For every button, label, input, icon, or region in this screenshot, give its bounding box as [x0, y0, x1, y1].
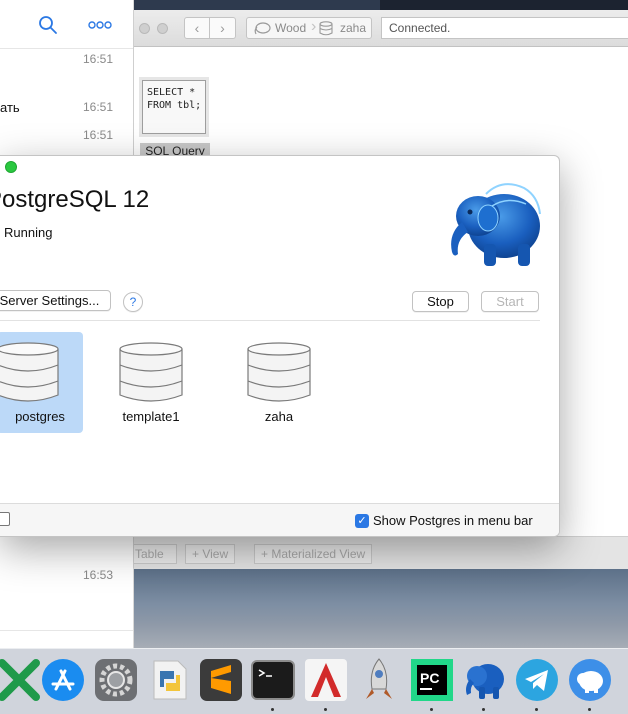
- list-item[interactable]: ать 16:51: [0, 100, 133, 120]
- header-divider: [0, 48, 133, 49]
- start-button[interactable]: Start: [481, 291, 539, 312]
- checkmark-icon: ✓: [357, 515, 367, 527]
- database-name: zaha: [264, 409, 294, 424]
- system-preferences-icon[interactable]: [93, 657, 139, 703]
- chevron-left-icon: ‹: [194, 20, 200, 36]
- add-materialized-view-button[interactable]: + Materialized View: [254, 544, 373, 564]
- elephant-icon: [254, 22, 271, 35]
- more-icon[interactable]: [88, 20, 112, 30]
- pycharm-icon[interactable]: PC: [409, 657, 455, 703]
- tableplus-icon[interactable]: [567, 657, 613, 703]
- database-icon: [119, 342, 183, 402]
- footer-checkbox[interactable]: [0, 512, 10, 526]
- breadcrumb-separator: ›: [311, 18, 317, 35]
- database-item-zaha[interactable]: zaha: [236, 332, 322, 433]
- window-footer: ✓ Show Postgres in menu bar: [0, 503, 559, 536]
- app-store-icon[interactable]: [40, 657, 86, 703]
- show-in-menu-bar-checkbox[interactable]: ✓: [355, 514, 369, 528]
- running-indicator: [324, 708, 327, 711]
- database-icon: [247, 342, 311, 402]
- window-close-button[interactable]: [139, 23, 150, 34]
- telegram-icon[interactable]: [514, 657, 560, 703]
- breadcrumb[interactable]: Wood › zaha: [246, 17, 372, 39]
- sql-query-tile[interactable]: SELECT * FROM tbl;: [142, 80, 206, 134]
- forward-button[interactable]: ›: [210, 17, 236, 39]
- desktop-background: [133, 568, 628, 648]
- server-status: Running: [4, 225, 53, 240]
- table-button[interactable]: Table: [134, 544, 177, 564]
- back-button[interactable]: ‹: [184, 17, 210, 39]
- add-view-button[interactable]: + View: [185, 544, 236, 564]
- search-icon[interactable]: [38, 15, 58, 35]
- message-time: 16:51: [82, 52, 113, 66]
- postgres-elephant-logo: [451, 183, 541, 266]
- postgres-app-window: PostgreSQL 12 Running Server Settings...…: [0, 155, 560, 537]
- message-time: 16:51: [82, 128, 113, 142]
- database-item-template1[interactable]: template1: [108, 332, 194, 433]
- message-time: 16:53: [82, 568, 113, 582]
- database-name: template1: [122, 409, 180, 424]
- window-minimize-button[interactable]: [157, 23, 168, 34]
- server-title: PostgreSQL 12: [0, 186, 150, 213]
- running-indicator: [482, 708, 485, 711]
- breadcrumb-database[interactable]: zaha: [340, 21, 366, 35]
- breadcrumb-server[interactable]: Wood: [275, 21, 306, 35]
- python-launcher-icon[interactable]: [146, 657, 192, 703]
- dock: PC: [0, 648, 628, 714]
- divider: [0, 320, 540, 321]
- window-zoom-button[interactable]: [5, 161, 17, 173]
- svg-text:PC: PC: [420, 670, 439, 686]
- stop-button[interactable]: Stop: [412, 291, 469, 312]
- postico-toolbar: ‹ › Wood › zaha Connected.: [134, 10, 628, 47]
- running-indicator: [588, 708, 591, 711]
- postico-bottom-bar: Table + View + Materialized View: [134, 536, 628, 569]
- list-item[interactable]: 16:51: [0, 52, 133, 72]
- rocket-icon[interactable]: [356, 657, 402, 703]
- show-in-menu-bar-label: Show Postgres in menu bar: [373, 513, 533, 528]
- sublime-text-icon[interactable]: [198, 657, 244, 703]
- database-icon: [319, 21, 333, 36]
- server-settings-button[interactable]: Server Settings...: [0, 290, 111, 311]
- connection-status: Connected.: [381, 17, 628, 39]
- running-indicator: [430, 708, 433, 711]
- help-button[interactable]: ?: [123, 292, 143, 312]
- list-item[interactable]: 16:53: [0, 568, 133, 588]
- message-preview: ать: [0, 100, 20, 115]
- database-icon: [0, 342, 59, 402]
- autocad-icon[interactable]: [303, 657, 349, 703]
- running-indicator: [271, 708, 274, 711]
- chevron-right-icon: ›: [220, 20, 225, 36]
- database-name: postgres: [15, 409, 65, 424]
- running-indicator: [535, 708, 538, 711]
- list-item[interactable]: 16:51: [0, 128, 133, 148]
- postgres-icon[interactable]: [461, 657, 507, 703]
- message-time: 16:51: [82, 100, 113, 114]
- terminal-icon[interactable]: [250, 657, 296, 703]
- excel-icon[interactable]: [0, 657, 42, 703]
- footer-divider: [0, 630, 133, 631]
- database-item-postgres[interactable]: postgres: [0, 332, 83, 433]
